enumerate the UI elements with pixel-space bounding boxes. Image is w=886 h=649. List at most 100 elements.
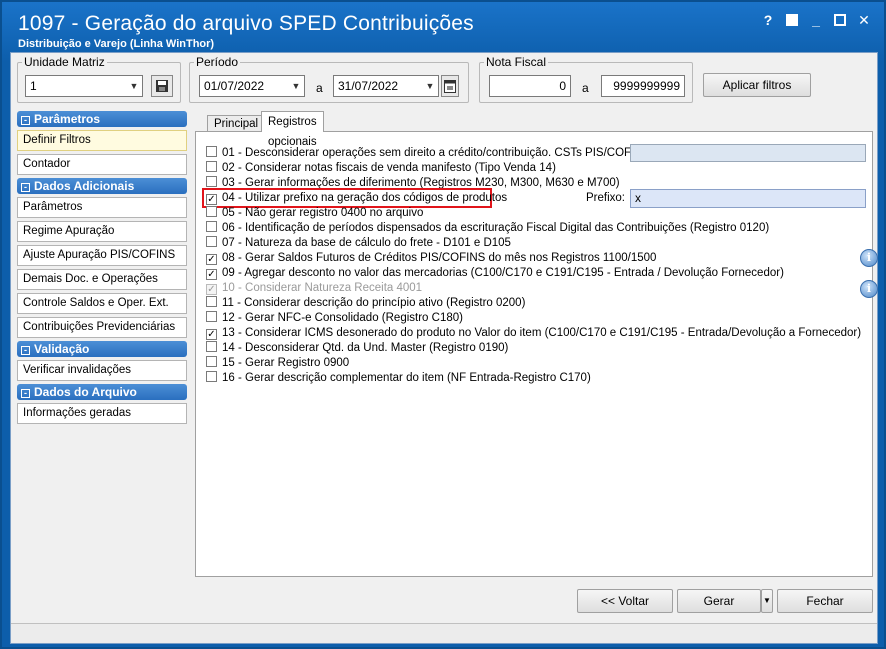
apply-filters-button[interactable]: Aplicar filtros — [703, 73, 811, 97]
option-06[interactable]: 06 - Identificação de períodos dispensad… — [206, 221, 769, 236]
sidebar-item-contribuicoes-previdenciarias[interactable]: Contribuições Previdenciárias — [17, 317, 187, 338]
section-title: Parâmetros — [34, 112, 101, 126]
options-panel: 01 - Desconsiderar operações sem direito… — [195, 131, 878, 577]
option-label: 07 - Natureza da base de cálculo do fret… — [222, 237, 511, 249]
option-label: 04 - Utilizar prefixo na geração dos cód… — [222, 192, 508, 204]
option-checkbox[interactable] — [206, 161, 217, 172]
info-icon[interactable]: i — [860, 280, 878, 298]
tab-principal[interactable]: Principal — [207, 115, 266, 132]
maximize-icon[interactable] — [834, 14, 846, 26]
option-checkbox[interactable] — [206, 311, 217, 322]
option-label: 08 - Gerar Saldos Futuros de Créditos PI… — [222, 252, 657, 264]
sidebar: - Parâmetros Definir Filtros Contador - Da… — [17, 111, 187, 427]
option-label: 11 - Considerar descrição do princípio a… — [222, 297, 526, 309]
nota-fiscal-end-input[interactable]: 9999999999 — [601, 75, 685, 97]
option-05[interactable]: 05 - Não gerar registro 0400 no arquivo — [206, 206, 423, 221]
option-checkbox[interactable] — [206, 206, 217, 217]
chevron-down-icon: ▼ — [129, 81, 139, 91]
option-label: 15 - Gerar Registro 0900 — [222, 357, 350, 369]
generate-button[interactable]: Gerar — [677, 589, 761, 613]
periodo-legend: Período — [196, 55, 239, 69]
window-subtitle: Distribuição e Varejo (Linha WinThor) — [18, 38, 215, 50]
csts-pis-cofins-input[interactable] — [630, 144, 866, 162]
option-checkbox[interactable] — [206, 356, 217, 367]
option-07[interactable]: 07 - Natureza da base de cálculo do fret… — [206, 236, 511, 251]
section-dados-do-arquivo[interactable]: - Dados do Arquivo — [17, 384, 187, 400]
prefix-input[interactable]: x — [630, 189, 866, 208]
sidebar-item-parametros[interactable]: Parâmetros — [17, 197, 187, 218]
option-checkbox[interactable] — [206, 236, 217, 247]
option-checkbox[interactable] — [206, 176, 217, 187]
collapse-icon: - — [21, 183, 30, 192]
periodo-separator: a — [316, 81, 323, 95]
option-checkbox[interactable]: ✓ — [206, 269, 217, 280]
option-11[interactable]: 11 - Considerar descrição do princípio a… — [206, 296, 525, 311]
periodo-end-date[interactable]: 31/07/2022 ▼ — [333, 75, 439, 97]
option-checkbox[interactable] — [206, 341, 217, 352]
option-checkbox[interactable] — [206, 296, 217, 307]
option-label: 05 - Não gerar registro 0400 no arquivo — [222, 207, 424, 219]
sidebar-item-controle-saldos[interactable]: Controle Saldos e Oper. Ext. — [17, 293, 187, 314]
option-checkbox[interactable]: ✓ — [206, 254, 217, 265]
client-area: Unidade Matriz 1 ▼ Período 01/07/2022 ▼ … — [10, 52, 878, 644]
option-label: 12 - Gerar NFC-e Consolidado (Registro C… — [222, 312, 463, 324]
option-02[interactable]: 02 - Considerar notas fiscais de venda m… — [206, 161, 556, 176]
minimize-button[interactable]: _ — [808, 12, 824, 29]
option-checkbox[interactable] — [206, 371, 217, 382]
option-14[interactable]: 14 - Desconsiderar Qtd. da Und. Master (… — [206, 341, 508, 356]
option-10: ✓ 10 - Considerar Natureza Receita 4001 — [206, 281, 422, 296]
sidebar-item-demais-doc[interactable]: Demais Doc. e Operações — [17, 269, 187, 290]
collapse-icon: - — [21, 116, 30, 125]
option-label: 10 - Considerar Natureza Receita 4001 — [222, 282, 423, 294]
close-button[interactable]: ✕ — [856, 12, 872, 29]
option-checkbox[interactable]: ✓ — [206, 329, 217, 340]
section-title: Dados Adicionais — [34, 179, 135, 193]
info-icon[interactable]: i — [860, 249, 878, 267]
option-13[interactable]: ✓ 13 - Considerar ICMS desonerado do prod… — [206, 326, 861, 341]
option-04[interactable]: ✓ 04 - Utilizar prefixo na geração dos có… — [206, 191, 507, 206]
option-checkbox[interactable] — [206, 221, 217, 232]
restore-icon[interactable] — [786, 14, 798, 26]
sidebar-item-regime-apuracao[interactable]: Regime Apuração — [17, 221, 187, 242]
section-title: Validação — [34, 342, 90, 356]
sidebar-item-contador[interactable]: Contador — [17, 154, 187, 175]
unidade-matriz-select[interactable]: 1 ▼ — [25, 75, 143, 97]
option-15[interactable]: 15 - Gerar Registro 0900 — [206, 356, 349, 371]
section-dados-adicionais[interactable]: - Dados Adicionais — [17, 178, 187, 194]
chevron-down-icon: ▼ — [291, 81, 301, 91]
option-label: 16 - Gerar descrição complementar do ite… — [222, 372, 591, 384]
option-checkbox[interactable] — [206, 146, 217, 157]
section-parametros[interactable]: - Parâmetros — [17, 111, 187, 127]
option-08[interactable]: ✓ 08 - Gerar Saldos Futuros de Créditos P… — [206, 251, 656, 266]
option-label: 14 - Desconsiderar Qtd. da Und. Master (… — [222, 342, 509, 354]
section-validacao[interactable]: - Validação — [17, 341, 187, 357]
calendar-icon[interactable] — [441, 75, 459, 97]
periodo-start-date[interactable]: 01/07/2022 ▼ — [199, 75, 305, 97]
nota-fiscal-start-input[interactable]: 0 — [489, 75, 571, 97]
sidebar-item-informacoes-geradas[interactable]: Informações geradas — [17, 403, 187, 424]
title-bar: 1097 - Geração do arquivo SPED Contribui… — [10, 8, 876, 52]
sidebar-item-definir-filtros[interactable]: Definir Filtros — [17, 130, 187, 151]
tab-registros-opcionais[interactable]: Registros opcionais — [261, 111, 324, 148]
option-label: 13 - Considerar ICMS desonerado do produ… — [222, 327, 862, 339]
option-label: 09 - Agregar desconto no valor das merca… — [222, 267, 784, 279]
option-checkbox[interactable]: ✓ — [206, 194, 217, 205]
generate-dropdown-icon[interactable]: ▼ — [761, 589, 773, 613]
sidebar-item-ajuste-apuracao[interactable]: Ajuste Apuração PIS/COFINS — [17, 245, 187, 266]
option-09[interactable]: ✓ 09 - Agregar desconto no valor das merc… — [206, 266, 784, 281]
sidebar-item-verificar-invalidacoes[interactable]: Verificar invalidações — [17, 360, 187, 381]
option-12[interactable]: 12 - Gerar NFC-e Consolidado (Registro C… — [206, 311, 463, 326]
section-title: Dados do Arquivo — [34, 385, 137, 399]
app-window: 1097 - Geração do arquivo SPED Contribui… — [0, 0, 886, 649]
option-16[interactable]: 16 - Gerar descrição complementar do ite… — [206, 371, 591, 386]
unidade-matriz-legend: Unidade Matriz — [24, 55, 105, 69]
chevron-down-icon: ▼ — [425, 81, 435, 91]
close-dialog-button[interactable]: Fechar — [777, 589, 873, 613]
option-label: 06 - Identificação de períodos dispensad… — [222, 222, 770, 234]
help-icon[interactable]: ? — [760, 12, 776, 29]
window-title: 1097 - Geração do arquivo SPED Contribui… — [18, 12, 474, 35]
save-icon[interactable] — [151, 75, 173, 97]
periodo-start-value: 01/07/2022 — [204, 79, 265, 93]
back-button[interactable]: << Voltar — [577, 589, 673, 613]
unidade-matriz-value: 1 — [30, 79, 37, 93]
